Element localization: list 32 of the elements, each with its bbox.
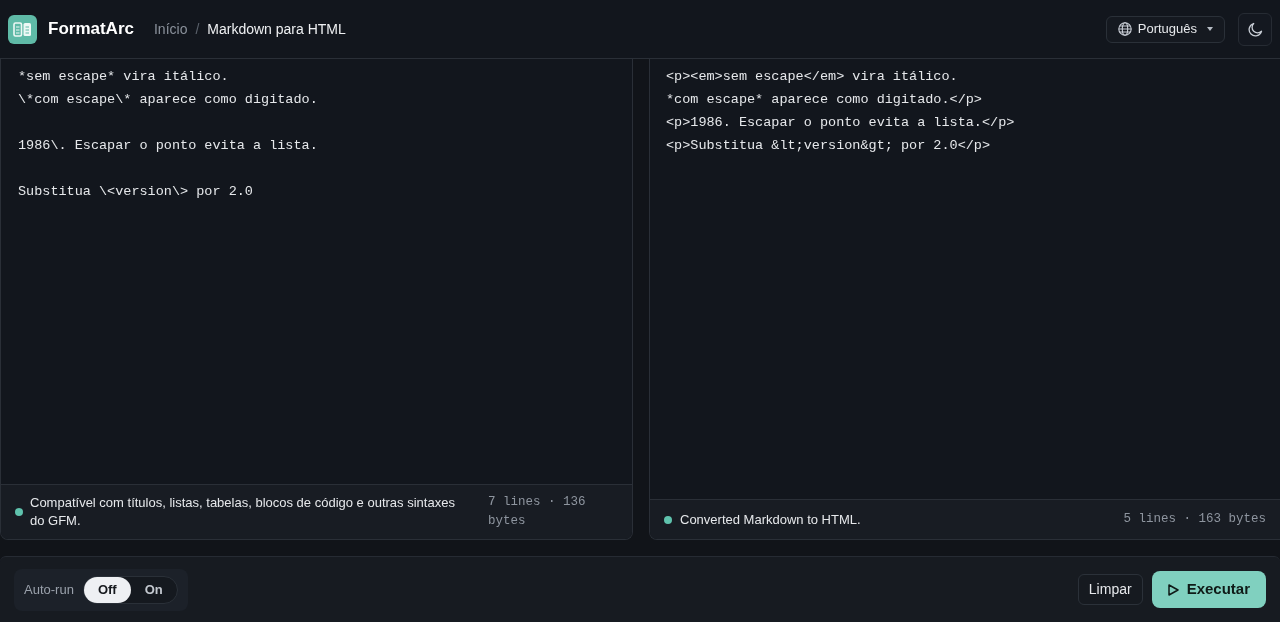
status-message: Converted Markdown to HTML. (680, 510, 861, 529)
breadcrumb-link[interactable]: Início (153, 18, 188, 40)
logo-icon (8, 14, 37, 44)
code-line: <p>Substitua &lt;version&gt; por 2.0</p> (666, 137, 991, 155)
code-line: <p>1986. Escapar o ponto evita a lista.</p> (666, 114, 1015, 132)
code-line: 1986\. Escapar o ponto evita a lista. (18, 137, 318, 155)
clear-button[interactable]: Limpar (1077, 574, 1143, 605)
code-line: <p><em>sem escape</em> vira itálico. (666, 68, 958, 86)
code-line: Substitua \<version\> por 2.0 (18, 183, 253, 201)
markdown-editor-field[interactable]: *sem escape* vira itálico. \*com escape\* aparece como digitado. 1986\. Escapar o ponto evita a lista. Substitua \<version\> por 2.0 (1, 59, 632, 484)
language-selector[interactable]: Português (1105, 15, 1225, 43)
moon-icon (1247, 21, 1263, 37)
auto-run-label: Auto-run (24, 580, 74, 599)
caret-icon (1207, 27, 1213, 31)
status-dot-icon (664, 515, 672, 524)
app-name: FormatArc (48, 18, 134, 41)
document-stats: 5 lines · 163 bytes (1123, 511, 1266, 529)
code-line: \*com escape\* aparece como digitado. (18, 91, 318, 109)
code-line: *sem escape* vira itálico. (18, 68, 229, 86)
globe-icon (1117, 22, 1132, 36)
status-dot-icon (15, 508, 23, 516)
toggle-option[interactable]: On (130, 576, 177, 603)
theme-toggle-button[interactable] (1238, 12, 1272, 46)
code-line: *com escape* aparece como digitado.</p> (666, 91, 982, 109)
toggle-option[interactable]: Off (83, 576, 131, 603)
status-message: Compatível com títulos, listas, tabelas, blocos de código e outras sintaxes do GFM. (30, 494, 456, 530)
document-stats: 7 lines · 136 bytes (488, 494, 587, 530)
breadcrumb-link[interactable]: Markdown para HTML (207, 18, 346, 40)
auto-run-toggle[interactable]: Off On (82, 575, 178, 604)
breadcrumb-separator: / (195, 19, 200, 39)
play-icon (1167, 583, 1179, 596)
run-button[interactable]: Executar (1151, 571, 1266, 608)
